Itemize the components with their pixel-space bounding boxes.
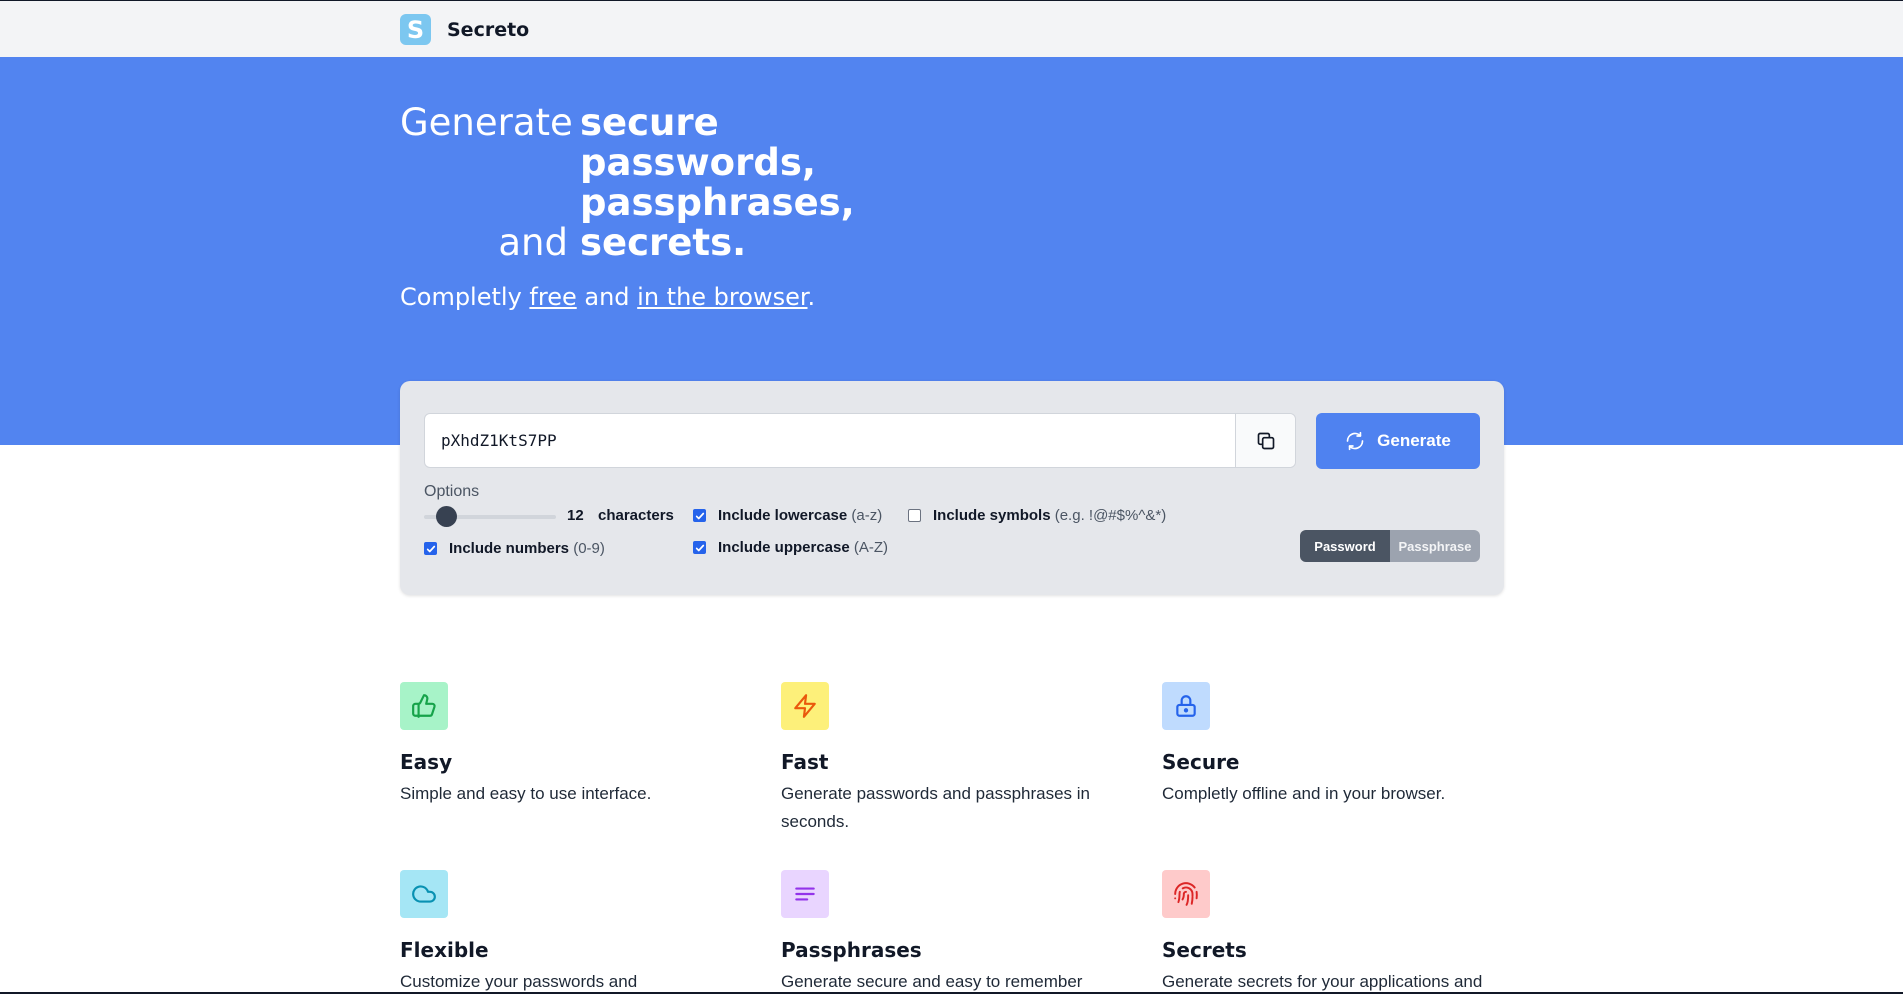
hero-headline: Generate secure passwords, passphrases, …: [400, 103, 855, 263]
lowercase-label: Include lowercase: [718, 507, 848, 524]
mode-password[interactable]: Password: [1300, 530, 1390, 562]
uppercase-option[interactable]: Include uppercase (A-Z): [693, 539, 888, 556]
lock-icon: [1176, 695, 1196, 717]
numbers-checkbox[interactable]: [424, 542, 437, 555]
logo-icon: S: [400, 14, 431, 45]
copy-icon: [1257, 432, 1274, 449]
feature-icon-box: [1162, 682, 1210, 730]
numbers-hint: (0-9): [573, 540, 605, 557]
symbols-label: Include symbols: [933, 507, 1051, 524]
hero-subline: Completly free and in the browser.: [400, 283, 815, 311]
feature-desc: Generate secrets for your applications a…: [1162, 972, 1483, 991]
refresh-icon: [1346, 431, 1364, 451]
symbols-checkbox[interactable]: [908, 509, 921, 522]
lowercase-option[interactable]: Include lowercase (a-z): [693, 507, 882, 524]
feature-title: Secure: [1162, 750, 1240, 774]
length-slider[interactable]: [424, 506, 556, 527]
symbols-hint: (e.g. !@#$%^&*): [1054, 507, 1167, 524]
headline-line-2: passwords,: [580, 141, 816, 184]
characters-label: characters: [598, 507, 674, 524]
fingerprint-icon: [1174, 882, 1198, 906]
headline-line-1: secure: [580, 101, 719, 144]
app-name: Secreto: [447, 18, 530, 41]
length-value: 12: [567, 507, 584, 524]
feature-desc: Completly offline and in your browser.: [1162, 784, 1446, 803]
symbols-option[interactable]: Include symbols (e.g. !@#$%^&*): [908, 507, 1166, 524]
headline-prefix: Generate: [400, 101, 573, 144]
password-output[interactable]: [425, 414, 1235, 467]
text-lines-icon: [795, 887, 815, 901]
feature-desc: Customize your passwords and: [400, 972, 638, 991]
feature-title: Flexible: [400, 938, 489, 962]
subline-text-3: .: [807, 283, 816, 311]
generate-label: Generate: [1377, 431, 1451, 450]
uppercase-checkbox[interactable]: [693, 541, 706, 554]
feature-title: Passphrases: [781, 938, 922, 962]
feature-icon-box: [400, 870, 448, 918]
feature-passphrases: Passphrases Generate secure and easy to …: [781, 870, 1121, 994]
uppercase-hint: (A-Z): [853, 539, 889, 556]
feature-easy: Easy Simple and easy to use interface.: [400, 682, 740, 808]
feature-title: Fast: [781, 750, 829, 774]
thumbs-up-icon: [412, 694, 436, 718]
subline-text-1: Completly: [400, 283, 530, 311]
feature-title: Easy: [400, 750, 453, 774]
top-bar: S Secreto: [0, 0, 1903, 57]
feature-flexible: Flexible Customize your passwords and: [400, 870, 740, 994]
lowercase-hint: (a-z): [851, 507, 883, 524]
free-link[interactable]: free: [529, 283, 576, 311]
mode-toggle: Password Passphrase: [1300, 530, 1480, 562]
feature-secure: Secure Completly offline and in your bro…: [1162, 682, 1502, 808]
in-browser-link[interactable]: in the browser: [637, 283, 807, 311]
lowercase-checkbox[interactable]: [693, 509, 706, 522]
feature-desc: Generate secure and easy to remember: [781, 972, 1083, 991]
numbers-option[interactable]: Include numbers (0-9): [424, 540, 605, 557]
headline-and: and: [498, 221, 568, 264]
feature-desc: Generate passwords and passphrases in se…: [781, 784, 1091, 831]
feature-title: Secrets: [1162, 938, 1247, 962]
feature-fast: Fast Generate passwords and passphrases …: [781, 682, 1121, 836]
feature-icon-box: [781, 682, 829, 730]
password-field-group: [424, 413, 1296, 468]
options-label: Options: [424, 483, 480, 500]
feature-secrets: Secrets Generate secrets for your applic…: [1162, 870, 1502, 994]
feature-icon-box: [1162, 870, 1210, 918]
headline-line-4: secrets.: [580, 221, 747, 264]
generator-card: Generate Options 12 characters Include l…: [400, 381, 1504, 595]
subline-text-2: and: [576, 283, 638, 311]
uppercase-label: Include uppercase: [718, 539, 850, 556]
generate-button[interactable]: Generate: [1316, 413, 1480, 469]
mode-passphrase[interactable]: Passphrase: [1390, 530, 1480, 562]
length-slider-thumb[interactable]: [435, 506, 457, 527]
cloud-icon: [412, 885, 436, 903]
numbers-label: Include numbers: [449, 540, 570, 557]
feature-icon-box: [400, 682, 448, 730]
feature-icon-box: [781, 870, 829, 918]
feature-desc: Simple and easy to use interface.: [400, 784, 652, 803]
lightning-icon: [794, 694, 816, 718]
copy-button[interactable]: [1235, 414, 1295, 467]
headline-line-3: passphrases,: [580, 181, 855, 224]
brand[interactable]: S Secreto: [400, 14, 529, 45]
